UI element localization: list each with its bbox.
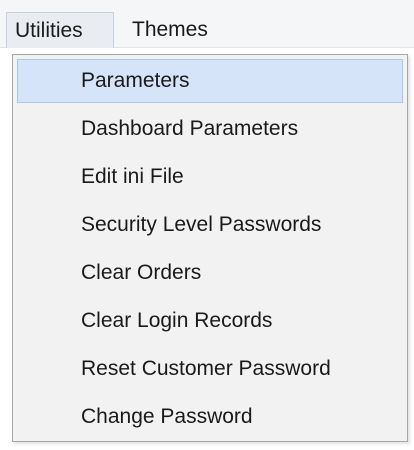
menu-item-security-level-passwords[interactable]: Security Level Passwords xyxy=(17,203,403,247)
menu-item-reset-customer-password[interactable]: Reset Customer Password xyxy=(17,347,403,391)
menu-item-edit-ini-file[interactable]: Edit ini File xyxy=(17,155,403,199)
utilities-dropdown-menu: Parameters Dashboard Parameters Edit ini… xyxy=(12,54,408,442)
menu-item-dashboard-parameters[interactable]: Dashboard Parameters xyxy=(17,107,403,151)
menu-utilities[interactable]: Utilities xyxy=(6,12,114,48)
menu-bar: Utilities Themes xyxy=(0,0,414,48)
menu-item-parameters[interactable]: Parameters xyxy=(17,59,403,103)
menu-item-clear-login-records[interactable]: Clear Login Records xyxy=(17,299,403,343)
menu-item-change-password[interactable]: Change Password xyxy=(17,395,403,439)
menu-item-list: Parameters Dashboard Parameters Edit ini… xyxy=(15,57,405,439)
menu-item-clear-orders[interactable]: Clear Orders xyxy=(17,251,403,295)
menu-themes[interactable]: Themes xyxy=(124,12,234,48)
